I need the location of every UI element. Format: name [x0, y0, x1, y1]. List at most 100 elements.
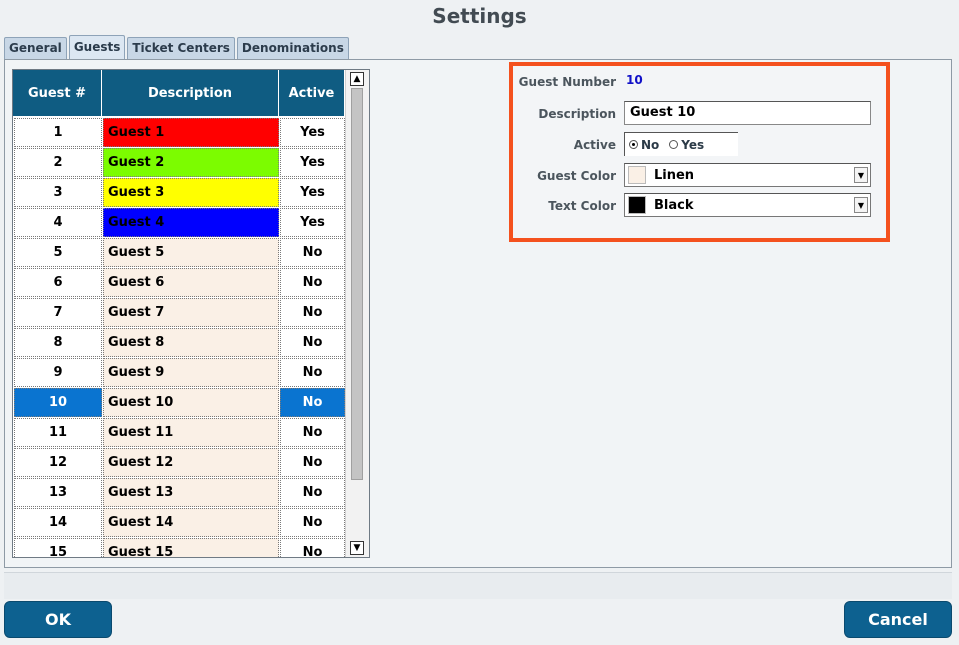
description-cell[interactable]: Guest 4: [103, 208, 279, 237]
tab-guests[interactable]: Guests: [68, 35, 126, 59]
active-no-label: No: [641, 137, 660, 152]
active-cell[interactable]: No: [280, 478, 345, 507]
active-no-option[interactable]: No: [629, 138, 659, 152]
guest-color-select[interactable]: Linen ▼: [624, 163, 871, 187]
grid-scrollbar[interactable]: ▲ ▼: [345, 70, 369, 557]
text-color-swatch: [628, 196, 646, 214]
active-cell[interactable]: No: [280, 448, 345, 477]
guest-color-swatch: [628, 166, 646, 184]
description-cell[interactable]: Guest 12: [103, 448, 279, 477]
guest-number-cell[interactable]: 13: [14, 478, 102, 507]
guest-grid: Guest # Description Active 1 Guest 1 Yes 2 G…: [12, 69, 370, 558]
guest-number-cell[interactable]: 11: [14, 418, 102, 447]
ok-button[interactable]: OK: [4, 601, 112, 638]
active-radio-group: No Yes: [624, 132, 738, 156]
active-cell[interactable]: Yes: [280, 148, 345, 177]
active-cell[interactable]: Yes: [280, 178, 345, 207]
grid-body: 1 Guest 1 Yes 2 Guest 2 Yes 3 Guest 3 Yes 4 Guest …: [13, 117, 369, 557]
chevron-down-icon[interactable]: ▼: [854, 167, 868, 183]
table-row[interactable]: 14 Guest 14 No: [13, 507, 369, 537]
description-cell[interactable]: Guest 11: [103, 418, 279, 447]
active-cell[interactable]: Yes: [280, 208, 345, 237]
guest-color-value: Linen: [654, 167, 695, 183]
scroll-down-arrow-icon[interactable]: ▼: [350, 541, 364, 555]
table-row[interactable]: 1 Guest 1 Yes: [13, 117, 369, 147]
guest-number-cell[interactable]: 4: [14, 208, 102, 237]
table-row[interactable]: 15 Guest 15 No: [13, 537, 369, 557]
table-row[interactable]: 9 Guest 9 No: [13, 357, 369, 387]
grid-header: Guest # Description Active: [13, 70, 369, 117]
table-row[interactable]: 5 Guest 5 No: [13, 237, 369, 267]
tab-ticket-centers[interactable]: Ticket Centers: [127, 37, 235, 59]
description-cell[interactable]: Guest 15: [103, 538, 279, 557]
scrollbar-thumb[interactable]: [351, 88, 363, 480]
column-header-guest-number[interactable]: Guest #: [13, 70, 102, 117]
description-cell[interactable]: Guest 3: [103, 178, 279, 207]
table-row[interactable]: 12 Guest 12 No: [13, 447, 369, 477]
radio-no[interactable]: [629, 140, 638, 149]
radio-yes[interactable]: [669, 140, 679, 149]
description-cell[interactable]: Guest 6: [103, 268, 279, 297]
table-row[interactable]: 7 Guest 7 No: [13, 297, 369, 327]
active-cell[interactable]: No: [280, 508, 345, 537]
table-row[interactable]: 13 Guest 13 No: [13, 477, 369, 507]
description-cell[interactable]: Guest 5: [103, 238, 279, 267]
active-label: Active: [573, 138, 616, 152]
description-cell[interactable]: Guest 2: [103, 148, 279, 177]
description-cell[interactable]: Guest 8: [103, 328, 279, 357]
text-color-label: Text Color: [548, 199, 616, 213]
tab-denominations[interactable]: Denominations: [236, 37, 349, 59]
scroll-up-arrow-icon[interactable]: ▲: [350, 72, 364, 86]
active-yes-option[interactable]: Yes: [669, 138, 704, 152]
active-cell[interactable]: No: [280, 538, 345, 557]
window-title: Settings: [432, 4, 527, 28]
active-yes-label: Yes: [681, 137, 705, 152]
guest-number-cell[interactable]: 5: [14, 238, 102, 267]
guest-number-cell[interactable]: 9: [14, 358, 102, 387]
guest-number-cell[interactable]: 14: [14, 508, 102, 537]
column-header-description[interactable]: Description: [102, 70, 279, 117]
description-label: Description: [538, 107, 616, 121]
description-input[interactable]: Guest 10: [624, 101, 871, 125]
description-cell[interactable]: Guest 7: [103, 298, 279, 327]
active-cell[interactable]: No: [280, 358, 345, 387]
guest-number-cell[interactable]: 12: [14, 448, 102, 477]
guest-number-label: Guest Number: [518, 75, 616, 89]
table-row[interactable]: 11 Guest 11 No: [13, 417, 369, 447]
tab-general[interactable]: General: [4, 37, 67, 59]
description-cell[interactable]: Guest 10: [103, 388, 279, 417]
guest-detail-panel: Guest Number 10 Description Guest 10 Act…: [509, 62, 890, 242]
active-cell[interactable]: No: [280, 238, 345, 267]
guest-color-label: Guest Color: [537, 169, 616, 183]
active-cell[interactable]: No: [280, 418, 345, 447]
table-row[interactable]: 10 Guest 10 No: [13, 387, 369, 417]
description-cell[interactable]: Guest 1: [103, 118, 279, 147]
text-color-select[interactable]: Black ▼: [624, 193, 871, 217]
active-cell[interactable]: No: [280, 388, 345, 417]
chevron-down-icon[interactable]: ▼: [854, 197, 868, 213]
active-cell[interactable]: No: [280, 268, 345, 297]
table-row[interactable]: 3 Guest 3 Yes: [13, 177, 369, 207]
table-row[interactable]: 6 Guest 6 No: [13, 267, 369, 297]
description-cell[interactable]: Guest 14: [103, 508, 279, 537]
table-row[interactable]: 4 Guest 4 Yes: [13, 207, 369, 237]
table-row[interactable]: 8 Guest 8 No: [13, 327, 369, 357]
guest-number-cell[interactable]: 6: [14, 268, 102, 297]
guest-number-cell[interactable]: 1: [14, 118, 102, 147]
description-cell[interactable]: Guest 13: [103, 478, 279, 507]
guest-number-cell[interactable]: 8: [14, 328, 102, 357]
active-cell[interactable]: Yes: [280, 118, 345, 147]
table-row[interactable]: 2 Guest 2 Yes: [13, 147, 369, 177]
text-color-value: Black: [654, 197, 694, 213]
cancel-button[interactable]: Cancel: [844, 601, 952, 638]
active-cell[interactable]: No: [280, 328, 345, 357]
guest-number-cell[interactable]: 2: [14, 148, 102, 177]
active-cell[interactable]: No: [280, 298, 345, 327]
footer-strip: [4, 572, 952, 599]
guest-number-cell[interactable]: 3: [14, 178, 102, 207]
guest-number-cell[interactable]: 10: [14, 388, 102, 417]
column-header-active[interactable]: Active: [279, 70, 345, 117]
description-cell[interactable]: Guest 9: [103, 358, 279, 387]
guest-number-cell[interactable]: 15: [14, 538, 102, 557]
guest-number-cell[interactable]: 7: [14, 298, 102, 327]
